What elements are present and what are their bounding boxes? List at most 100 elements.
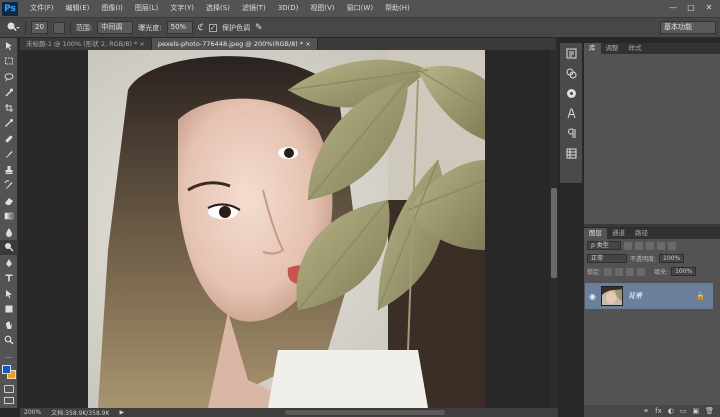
tools-panel: … xyxy=(0,38,18,408)
menu-window[interactable]: 窗口(W) xyxy=(341,0,379,17)
more-tools-icon[interactable]: … xyxy=(0,348,18,364)
vertical-scroll-thumb[interactable] xyxy=(551,188,557,278)
pressure-size-icon[interactable]: ✎ xyxy=(255,23,263,33)
brush-size-picker[interactable]: 20 xyxy=(31,21,48,34)
separator xyxy=(25,20,26,35)
tab-layers[interactable]: 图层 xyxy=(584,228,607,239)
exposure-label: 曝光度: xyxy=(138,23,162,32)
link-layers-icon[interactable]: ⚭ xyxy=(643,407,649,415)
layer-comps-panel-icon[interactable] xyxy=(560,143,582,163)
foreground-color-swatch[interactable] xyxy=(2,365,11,374)
character-panel-icon[interactable] xyxy=(560,103,582,123)
close-button[interactable]: ✕ xyxy=(702,2,716,14)
maximize-button[interactable]: □ xyxy=(684,2,698,14)
panel-icon-strip xyxy=(560,43,582,183)
quick-select-icon[interactable] xyxy=(0,85,18,101)
lasso-tool-icon[interactable] xyxy=(0,69,18,85)
workspace-switcher[interactable]: 基本功能 xyxy=(660,21,716,34)
airbrush-icon[interactable]: ℭ xyxy=(198,23,204,33)
minimize-button[interactable]: — xyxy=(666,2,680,14)
menu-help[interactable]: 帮助(H) xyxy=(379,0,416,17)
lock-pixels-icon[interactable] xyxy=(604,267,613,276)
options-bar: 20 范围: 中间调 曝光度: 50% ℭ ✓ 保护色调 ✎ 基本功能 xyxy=(0,17,720,38)
eraser-icon[interactable] xyxy=(0,193,18,209)
tab-adjustments[interactable]: 调整 xyxy=(601,43,624,54)
delete-layer-icon[interactable]: 🗑 xyxy=(705,407,714,415)
exposure-input[interactable]: 50% xyxy=(166,21,193,34)
adjustment-layer-icon[interactable]: ◐ xyxy=(668,407,674,415)
tab-close-icon[interactable]: × xyxy=(139,40,144,48)
tab-close-icon[interactable]: × xyxy=(305,40,310,48)
document-canvas-photo[interactable] xyxy=(88,50,485,408)
crop-tool-icon[interactable] xyxy=(0,100,18,116)
color-panel-icon[interactable] xyxy=(560,83,582,103)
tab-paths[interactable]: 路径 xyxy=(630,228,653,239)
lock-all-icon[interactable] xyxy=(637,267,646,276)
menu-select[interactable]: 选择(S) xyxy=(200,0,236,17)
marquee-tool-icon[interactable] xyxy=(0,54,18,70)
clone-stamp-icon[interactable] xyxy=(0,162,18,178)
dodge-tool-preset-icon[interactable] xyxy=(6,21,20,35)
fill-input[interactable]: 100% xyxy=(671,267,697,276)
brush-panel-icon[interactable] xyxy=(52,21,65,34)
zoom-level[interactable]: 200% xyxy=(24,409,41,416)
paragraph-panel-icon[interactable] xyxy=(560,123,582,143)
shape-icon[interactable] xyxy=(0,302,18,318)
tab-pexels-photo[interactable]: pexels-photo-776448.jpeg @ 200%(RGB/8) *… xyxy=(151,38,318,50)
quick-mask-icon[interactable] xyxy=(4,385,14,393)
healing-brush-icon[interactable] xyxy=(0,131,18,147)
range-select[interactable]: 中间调 xyxy=(97,21,134,34)
tab-channels[interactable]: 通道 xyxy=(607,228,630,239)
visibility-eye-icon[interactable]: ◉ xyxy=(589,292,596,301)
dodge-icon[interactable] xyxy=(0,239,18,255)
horizontal-scroll-thumb[interactable] xyxy=(285,410,445,415)
type-icon[interactable] xyxy=(0,271,18,287)
lock-position-icon[interactable] xyxy=(626,267,635,276)
history-panel-icon[interactable] xyxy=(560,43,582,63)
swatches-panel-icon[interactable] xyxy=(560,63,582,83)
layer-row-background[interactable]: ◉ 背景 🔒 xyxy=(585,283,713,309)
gradient-icon[interactable] xyxy=(0,209,18,225)
tab-styles[interactable]: 样式 xyxy=(624,43,647,54)
history-brush-icon[interactable] xyxy=(0,178,18,194)
lock-label: 锁定: xyxy=(587,269,602,276)
zoom-icon[interactable] xyxy=(0,333,18,349)
filter-shape-icon[interactable] xyxy=(657,241,665,250)
filter-type-icon[interactable] xyxy=(646,241,654,250)
menu-layer[interactable]: 图层(L) xyxy=(129,0,164,17)
layer-name[interactable]: 背景 xyxy=(628,291,642,301)
new-layer-icon[interactable]: ▣ xyxy=(692,407,699,415)
filter-pixel-icon[interactable] xyxy=(624,241,632,250)
blend-row: 正常 不透明度: 100% xyxy=(584,252,720,265)
new-group-icon[interactable]: ▭ xyxy=(680,407,687,415)
menu-image[interactable]: 图像(I) xyxy=(95,0,129,17)
filter-smart-icon[interactable] xyxy=(668,241,676,250)
pen-icon[interactable] xyxy=(0,255,18,271)
hand-icon[interactable] xyxy=(0,317,18,333)
screen-mode-icon[interactable] xyxy=(4,397,14,404)
window-controls: — □ ✕ xyxy=(666,2,716,14)
eyedropper-icon[interactable] xyxy=(0,116,18,132)
menu-type[interactable]: 文字(Y) xyxy=(164,0,200,17)
menu-file[interactable]: 文件(F) xyxy=(24,0,60,17)
tab-untitled[interactable]: 未标题-1 @ 100% (形状 2, RGB/8) * × xyxy=(20,38,152,50)
fill-label: 填充: xyxy=(654,269,669,276)
menu-edit[interactable]: 编辑(E) xyxy=(60,0,96,17)
path-select-icon[interactable] xyxy=(0,286,18,302)
lock-image-icon[interactable] xyxy=(615,267,624,276)
status-menu-arrow[interactable]: ▶ xyxy=(119,409,124,416)
protect-tones-checkbox[interactable]: ✓ xyxy=(208,23,217,32)
blur-icon[interactable] xyxy=(0,224,18,240)
brush-tool-icon[interactable] xyxy=(0,147,18,163)
opacity-input[interactable]: 100% xyxy=(659,254,685,263)
menu-filter[interactable]: 滤镜(T) xyxy=(236,0,272,17)
layer-fx-button[interactable]: fx xyxy=(655,407,662,415)
filter-adjust-icon[interactable] xyxy=(635,241,643,250)
blend-mode-select[interactable]: 正常 xyxy=(587,254,627,263)
menu-3d[interactable]: 3D(D) xyxy=(272,0,305,17)
opacity-label: 不透明度: xyxy=(630,256,657,263)
tab-libraries[interactable]: 库 xyxy=(584,43,601,54)
move-tool-icon[interactable] xyxy=(0,38,18,54)
layer-kind-filter[interactable]: ρ 类型 xyxy=(587,241,621,250)
menu-view[interactable]: 视图(V) xyxy=(304,0,340,17)
